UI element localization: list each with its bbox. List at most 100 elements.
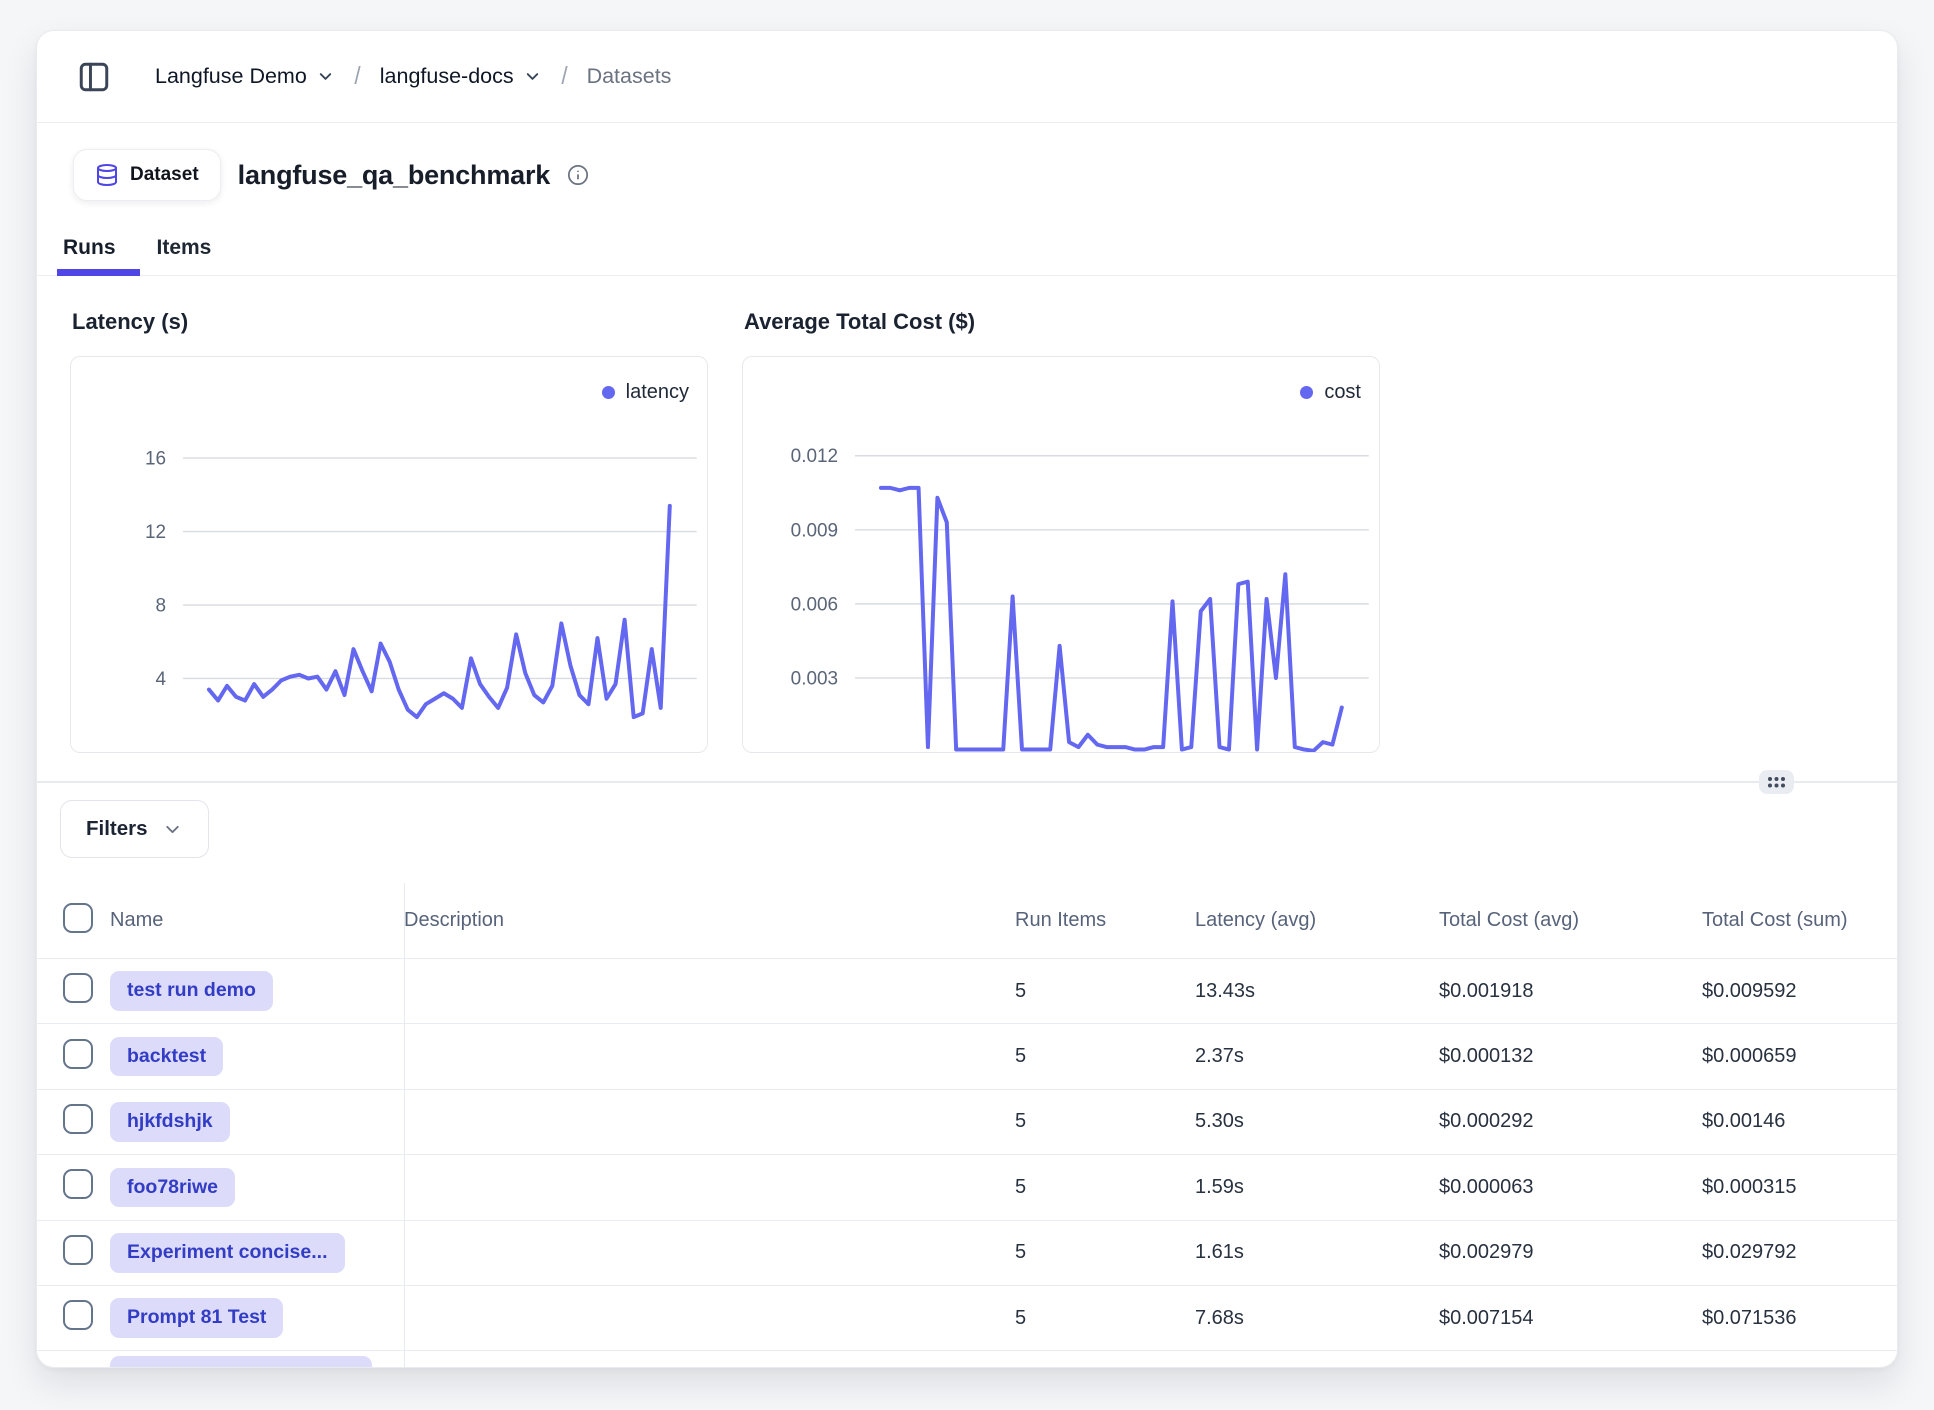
table-row[interactable]: foo78riwe 5 1.59s $0.000063 $0.000315 [37, 1154, 1897, 1219]
app-window: Langfuse Demo / langfuse-docs / Datasets… [36, 30, 1898, 1368]
column-header-total-cost-sum: Total Cost (sum) [1702, 909, 1897, 932]
cell-total-cost-avg: $0.002979 [1439, 1241, 1702, 1264]
table-body: test run demo 5 13.43s $0.001918 $0.0095… [37, 958, 1897, 1350]
cell-total-cost-avg: $0.001918 [1439, 980, 1702, 1003]
cost-chart: 0.0030.0060.0090.012 cost [742, 356, 1380, 753]
cell-latency-avg: 13.43s [1195, 980, 1439, 1003]
runs-table: Name Description Run Items Latency (avg)… [37, 883, 1897, 1363]
chevron-down-icon [316, 67, 335, 86]
cell-run-items: 5 [1015, 1307, 1195, 1330]
cell-latency-avg: 1.59s [1195, 1176, 1439, 1199]
column-divider [404, 883, 405, 1368]
cell-run-items: 5 [1015, 1176, 1195, 1199]
info-icon[interactable] [567, 164, 589, 186]
table-row[interactable]: Prompt 81 Test 5 7.68s $0.007154 $0.0715… [37, 1285, 1897, 1350]
cell-total-cost-avg: $0.007154 [1439, 1307, 1702, 1330]
table-row-partial [37, 1350, 1897, 1363]
run-name-badge[interactable] [110, 1356, 372, 1368]
breadcrumb: Langfuse Demo / langfuse-docs / Datasets [155, 62, 671, 91]
section-divider [37, 781, 1897, 783]
breadcrumb-section[interactable]: Datasets [587, 64, 672, 89]
filters-button[interactable]: Filters [60, 800, 209, 858]
column-header-total-cost-avg: Total Cost (avg) [1439, 909, 1702, 932]
latency-chart-block: Latency (s) 4 8 12 16 latency [70, 306, 708, 753]
cost-chart-title: Average Total Cost ($) [744, 306, 1380, 338]
cell-total-cost-avg: $0.000063 [1439, 1176, 1702, 1199]
filters-row: Filters [37, 783, 1897, 858]
cost-legend: cost [1300, 381, 1361, 404]
table-header-row: Name Description Run Items Latency (avg)… [37, 883, 1897, 958]
chevron-down-icon [523, 67, 542, 86]
column-header-description: Description [404, 909, 1015, 932]
svg-text:16: 16 [145, 449, 166, 470]
cell-run-items: 5 [1015, 1110, 1195, 1133]
svg-text:12: 12 [145, 522, 166, 543]
cell-total-cost-avg: $0.000132 [1439, 1045, 1702, 1068]
legend-dot-icon [1300, 386, 1313, 399]
row-checkbox[interactable] [63, 1039, 93, 1069]
run-name-badge[interactable]: backtest [110, 1037, 223, 1077]
run-name-badge[interactable]: foo78riwe [110, 1168, 235, 1208]
column-header-run-items: Run Items [1015, 909, 1195, 932]
latency-chart: 4 8 12 16 latency [70, 356, 708, 753]
tab-bar: Runs Items [37, 221, 1897, 276]
svg-text:4: 4 [156, 669, 167, 690]
select-all-checkbox[interactable] [63, 903, 93, 933]
cell-total-cost-avg: $0.000292 [1439, 1110, 1702, 1133]
table-row[interactable]: backtest 5 2.37s $0.000132 $0.000659 [37, 1023, 1897, 1088]
row-checkbox[interactable] [63, 1300, 93, 1330]
svg-text:0.003: 0.003 [791, 668, 838, 689]
breadcrumb-org[interactable]: langfuse-docs [380, 64, 542, 89]
cell-total-cost-sum: $0.029792 [1702, 1241, 1897, 1264]
dataset-header: Dataset langfuse_qa_benchmark [37, 123, 1897, 201]
cost-line-plot: 0.0030.0060.0090.012 [743, 357, 1379, 752]
cell-total-cost-sum: $0.071536 [1702, 1307, 1897, 1330]
top-bar: Langfuse Demo / langfuse-docs / Datasets [37, 31, 1897, 123]
cell-run-items: 5 [1015, 980, 1195, 1003]
run-name-badge[interactable]: hjkfdshjk [110, 1102, 230, 1142]
breadcrumb-org-label: langfuse-docs [380, 64, 514, 89]
tab-items[interactable]: Items [157, 221, 212, 275]
table-row[interactable]: hjkfdshjk 5 5.30s $0.000292 $0.00146 [37, 1089, 1897, 1154]
page-title: langfuse_qa_benchmark [238, 160, 550, 191]
row-checkbox[interactable] [63, 973, 93, 1003]
row-checkbox[interactable] [63, 1104, 93, 1134]
cell-run-items: 5 [1015, 1045, 1195, 1068]
filters-button-label: Filters [86, 817, 148, 841]
svg-text:0.009: 0.009 [791, 520, 838, 541]
grip-dots-icon [1766, 774, 1787, 790]
cell-total-cost-sum: $0.000659 [1702, 1045, 1897, 1068]
column-header-latency-avg: Latency (avg) [1195, 909, 1439, 932]
latency-line-plot: 4 8 12 16 [71, 357, 707, 752]
row-checkbox[interactable] [63, 1235, 93, 1265]
breadcrumb-project[interactable]: Langfuse Demo [155, 64, 335, 89]
database-icon [95, 163, 119, 187]
cell-run-items: 5 [1015, 1241, 1195, 1264]
svg-text:8: 8 [156, 596, 167, 617]
resize-grip[interactable] [1759, 770, 1794, 794]
column-header-name: Name [110, 909, 404, 932]
tab-runs[interactable]: Runs [63, 221, 116, 275]
dataset-badge-label: Dataset [130, 164, 199, 186]
row-checkbox[interactable] [63, 1169, 93, 1199]
cell-latency-avg: 7.68s [1195, 1307, 1439, 1330]
cell-latency-avg: 1.61s [1195, 1241, 1439, 1264]
latency-legend-label: latency [626, 381, 689, 404]
chevron-down-icon [162, 819, 183, 840]
cell-total-cost-sum: $0.009592 [1702, 980, 1897, 1003]
cell-latency-avg: 5.30s [1195, 1110, 1439, 1133]
run-name-badge[interactable]: Prompt 81 Test [110, 1298, 283, 1338]
run-name-badge[interactable]: test run demo [110, 971, 273, 1011]
breadcrumb-separator: / [354, 62, 360, 91]
table-row[interactable]: test run demo 5 13.43s $0.001918 $0.0095… [37, 958, 1897, 1023]
cell-total-cost-sum: $0.000315 [1702, 1176, 1897, 1199]
cell-latency-avg: 2.37s [1195, 1045, 1439, 1068]
sidebar-toggle-button[interactable] [75, 58, 113, 96]
latency-chart-title: Latency (s) [72, 306, 708, 338]
panel-left-icon [77, 60, 111, 94]
table-row[interactable]: Experiment concise... 5 1.61s $0.002979 … [37, 1220, 1897, 1285]
run-name-badge[interactable]: Experiment concise... [110, 1233, 345, 1273]
latency-legend: latency [602, 381, 689, 404]
dataset-type-badge: Dataset [73, 149, 221, 201]
charts-section: Latency (s) 4 8 12 16 latency Average Total… [37, 276, 1897, 753]
